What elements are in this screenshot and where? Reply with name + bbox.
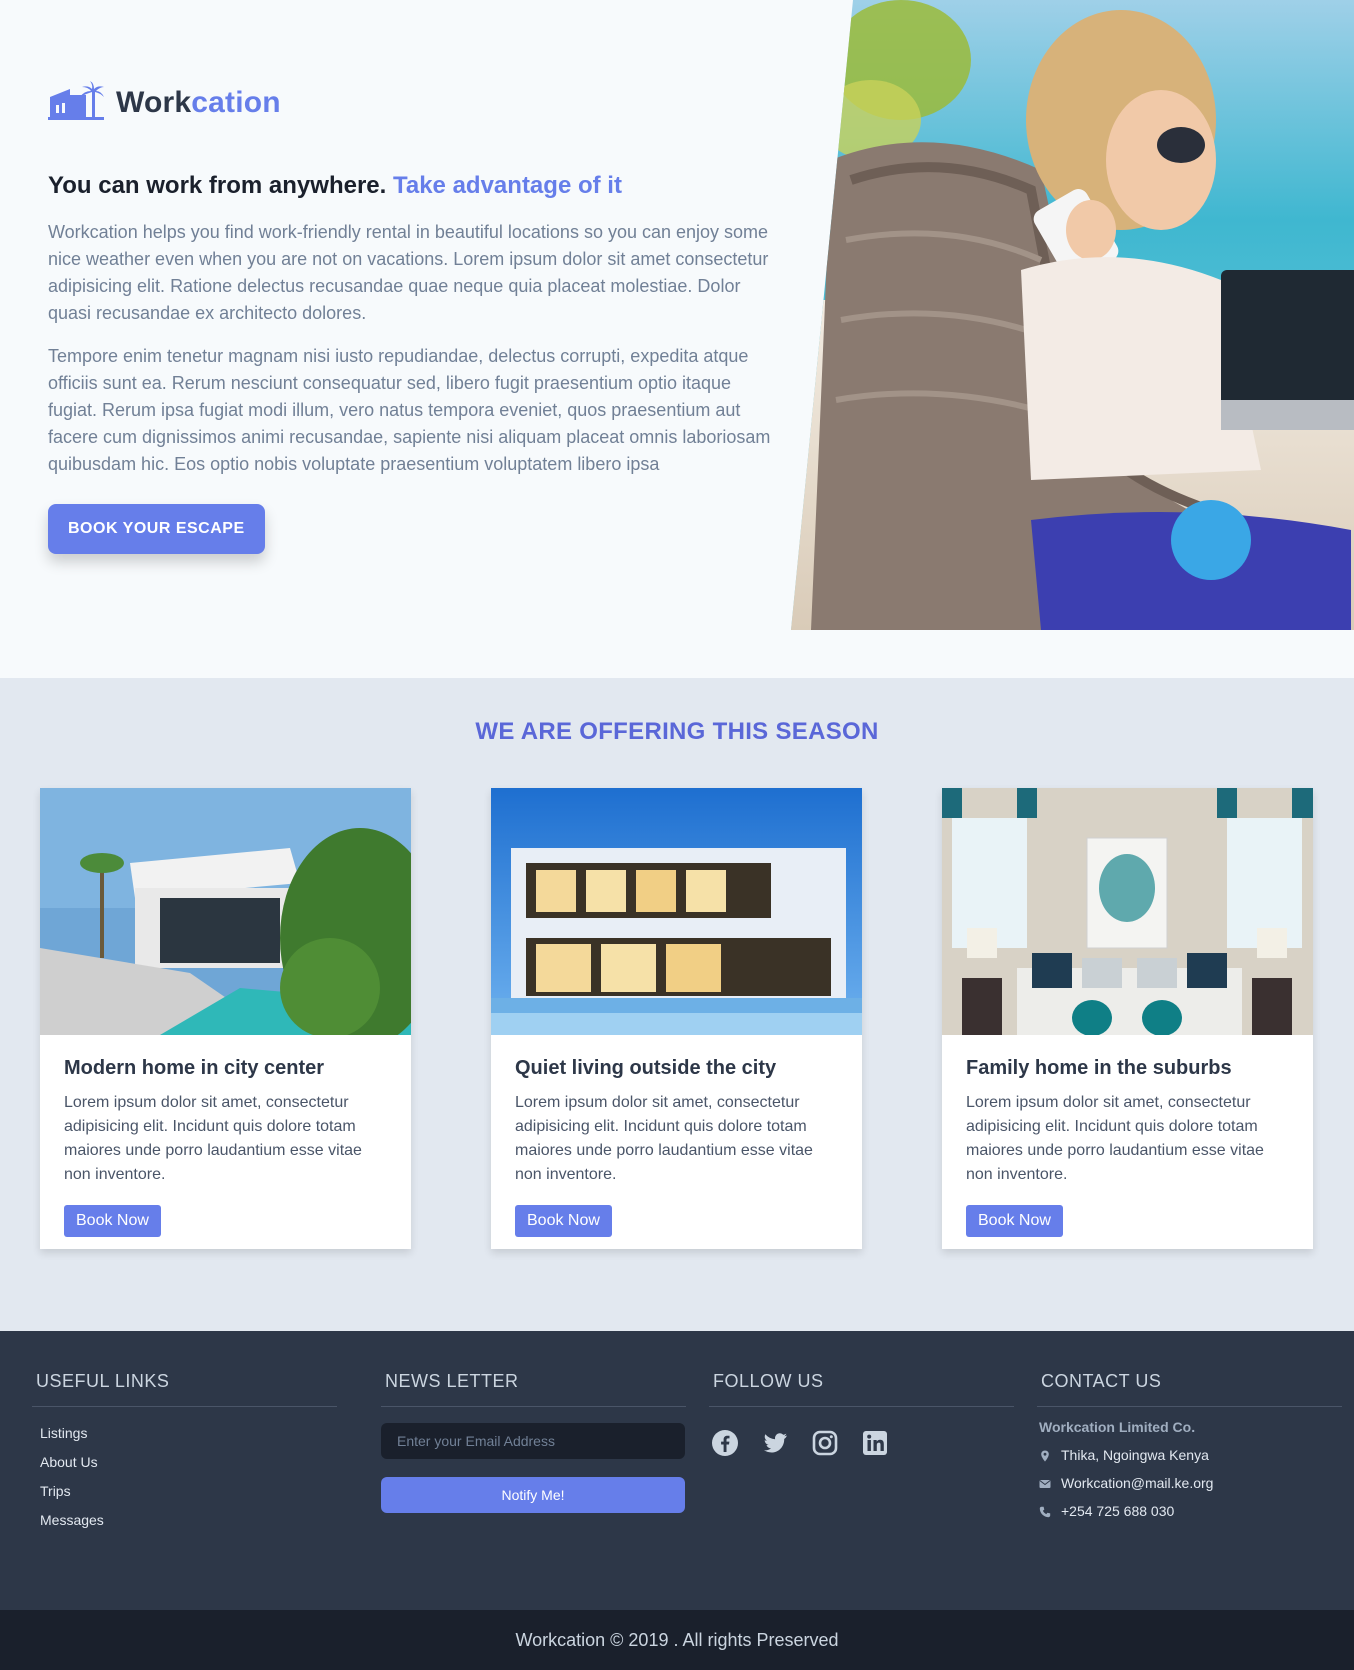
quiet-living-photo [491, 788, 862, 1035]
book-now-button[interactable]: Book Now [515, 1205, 612, 1237]
footer-contact-us: CONTACT US Workcation Limited Co. Thika,… [1037, 1371, 1342, 1519]
book-now-button[interactable]: Book Now [966, 1205, 1063, 1237]
envelope-icon [1039, 1477, 1051, 1489]
footer: USEFUL LINKS Listings About Us Trips Mes… [0, 1331, 1354, 1610]
contact-email-text[interactable]: Workcation@mail.ke.org [1061, 1475, 1213, 1491]
house-palm-logo-icon [48, 80, 104, 126]
useful-links-list: Listings About Us Trips Messages [32, 1419, 337, 1535]
card-title: Modern home in city center [64, 1057, 325, 1079]
footer-link-listings[interactable]: Listings [40, 1419, 337, 1448]
hero-headline: You can work from anywhere. Take advanta… [48, 170, 778, 201]
newsletter-email-input[interactable] [381, 1423, 685, 1459]
offer-card-family-home: Family home in the suburbs Lorem ipsum d… [942, 788, 1313, 1249]
offer-cards: Modern home in city center Lorem ipsum d… [40, 788, 1313, 1249]
footer-link-messages[interactable]: Messages [40, 1506, 337, 1535]
useful-links-heading: USEFUL LINKS [32, 1371, 337, 1407]
contact-address-text: Thika, Ngoingwa Kenya [1061, 1447, 1209, 1463]
hero-headline-accent: Take advantage of it [392, 172, 622, 199]
logo[interactable]: Workcation [48, 78, 778, 128]
card-title: Family home in the suburbs [966, 1057, 1232, 1079]
contact-phone-text[interactable]: +254 725 688 030 [1061, 1503, 1174, 1519]
footer-follow-us: FOLLOW US [709, 1371, 1014, 1457]
card-body: Quiet living outside the city Lorem ipsu… [491, 1035, 862, 1237]
brand-name-part1: Work [116, 86, 192, 119]
hero-section: Workcation You can work from anywhere. T… [0, 0, 1354, 678]
contact-address: Thika, Ngoingwa Kenya [1037, 1447, 1342, 1463]
linkedin-icon[interactable] [861, 1429, 889, 1457]
card-body: Family home in the suburbs Lorem ipsum d… [942, 1035, 1313, 1237]
offers-section: WE ARE OFFERING THIS SEASON Modern home … [0, 678, 1354, 1331]
facebook-icon[interactable] [711, 1429, 739, 1457]
brand-name-part2: cation [191, 86, 281, 119]
contact-email: Workcation@mail.ke.org [1037, 1475, 1342, 1491]
brand-name: Workcation [116, 86, 281, 120]
card-title: Quiet living outside the city [515, 1057, 777, 1079]
card-body: Modern home in city center Lorem ipsum d… [40, 1035, 411, 1237]
contact-phone: +254 725 688 030 [1037, 1503, 1342, 1519]
notify-me-button[interactable]: Notify Me! [381, 1477, 685, 1513]
footer-useful-links: USEFUL LINKS Listings About Us Trips Mes… [32, 1371, 337, 1535]
hero-paragraph-2: Tempore enim tenetur magnam nisi iusto r… [48, 346, 771, 475]
footer-link-trips[interactable]: Trips [40, 1477, 337, 1506]
card-text: Lorem ipsum dolor sit amet, consectetur … [64, 1094, 362, 1183]
hero-beach-photo [791, 0, 1354, 630]
modern-home-photo [40, 788, 411, 1035]
book-your-escape-button[interactable]: BOOK YOUR ESCAPE [48, 504, 265, 555]
family-home-photo [942, 788, 1313, 1035]
twitter-icon[interactable] [761, 1429, 789, 1457]
footer-link-about-us[interactable]: About Us [40, 1448, 337, 1477]
phone-icon [1039, 1505, 1051, 1518]
hero-headline-main: You can work from anywhere. [48, 172, 387, 199]
social-links [709, 1429, 1014, 1457]
card-text: Lorem ipsum dolor sit amet, consectetur … [515, 1094, 813, 1183]
copyright-text: Workcation © 2019 . All rights Preserved [515, 1629, 839, 1650]
offer-card-modern-home: Modern home in city center Lorem ipsum d… [40, 788, 411, 1249]
hero-content: Workcation You can work from anywhere. T… [48, 78, 778, 555]
company-name: Workcation Limited Co. [1039, 1419, 1196, 1435]
map-pin-icon [1039, 1449, 1051, 1462]
instagram-icon[interactable] [811, 1429, 839, 1457]
follow-us-heading: FOLLOW US [709, 1371, 1014, 1407]
footer-newsletter: NEWS LETTER Notify Me! [381, 1371, 686, 1513]
hero-paragraph-1: Workcation helps you find work-friendly … [48, 222, 769, 324]
offers-title: WE ARE OFFERING THIS SEASON [475, 718, 879, 745]
copyright-bar: Workcation © 2019 . All rights Preserved [0, 1610, 1354, 1670]
card-text: Lorem ipsum dolor sit amet, consectetur … [966, 1094, 1264, 1183]
offer-card-quiet-living: Quiet living outside the city Lorem ipsu… [491, 788, 862, 1249]
book-now-button[interactable]: Book Now [64, 1205, 161, 1237]
newsletter-heading: NEWS LETTER [381, 1371, 686, 1407]
contact-us-heading: CONTACT US [1037, 1371, 1342, 1407]
